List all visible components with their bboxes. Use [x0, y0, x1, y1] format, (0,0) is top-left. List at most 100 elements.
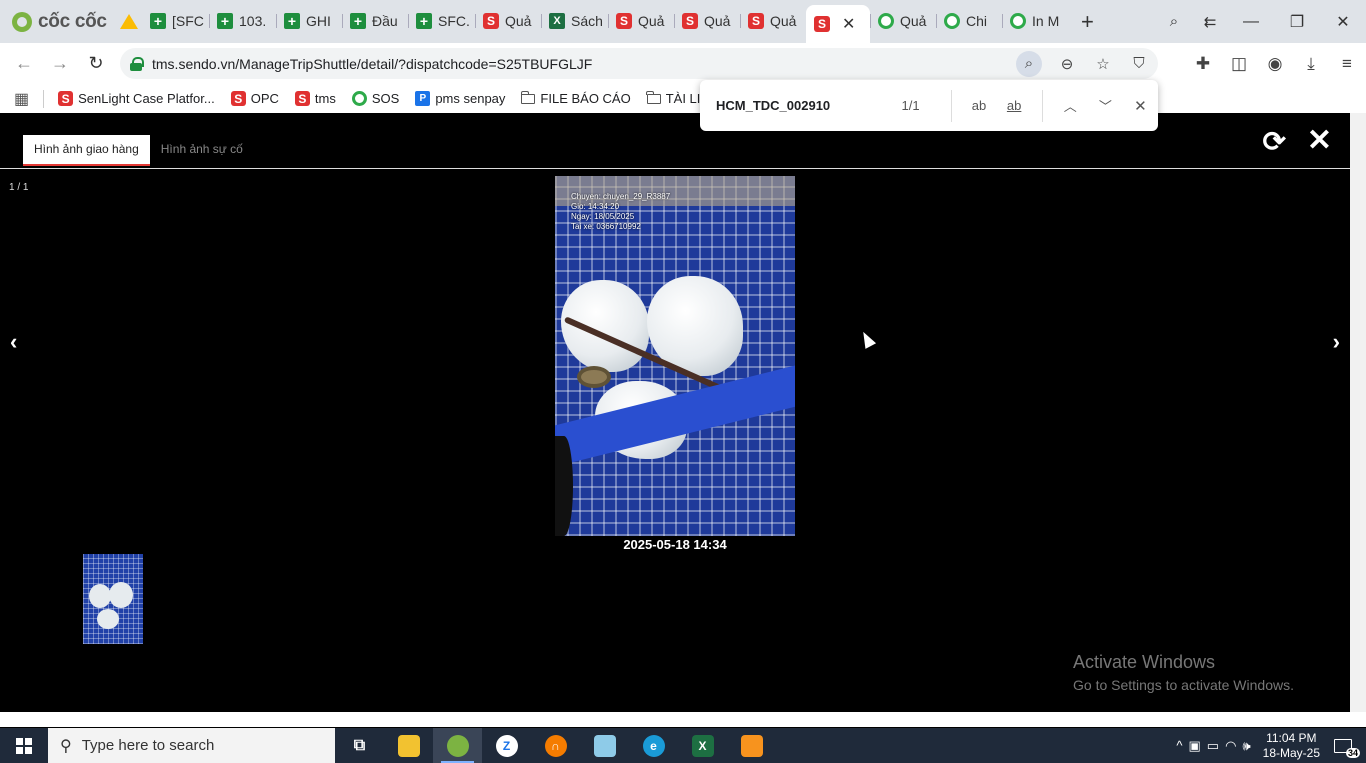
browser-brand[interactable]: cốc cốc	[0, 0, 112, 43]
taskbar-coccoc[interactable]	[433, 728, 482, 763]
tab-delivery-images[interactable]: Hình ảnh giao hàng	[23, 135, 150, 166]
delivery-photo[interactable]: Chuyen: chuyen_29_R3887 Gio: 14:34:20 Ng…	[555, 176, 795, 536]
bookmark-item[interactable]: SenLight Case Platfor...	[52, 91, 221, 106]
tab-label: In M	[1032, 13, 1060, 29]
tab-11[interactable]: Quả	[870, 5, 936, 37]
find-previous-chevron-up-icon[interactable]: ︿	[1053, 96, 1088, 115]
tab-label: Quả	[900, 13, 927, 29]
taskbar-edge[interactable]: e	[629, 728, 678, 763]
bookmark-item[interactable]: pms senpay	[409, 91, 511, 106]
page-scrollbar[interactable]	[1350, 113, 1366, 712]
bookmark-star-icon[interactable]: ☆	[1092, 55, 1114, 73]
download-icon[interactable]: ⤓	[1300, 54, 1322, 74]
chevron-up-icon[interactable]: ^	[1176, 738, 1182, 753]
zoom-out-icon[interactable]: ⊖	[1056, 55, 1078, 73]
clock[interactable]: 11:04 PM 18-May-25	[1263, 731, 1320, 761]
tab-4[interactable]: SFC.	[408, 5, 475, 37]
new-tab-button[interactable]: +	[1069, 9, 1106, 35]
rotate-icon[interactable]: ⟳	[1263, 125, 1286, 158]
profile-icon[interactable]: ◉	[1264, 54, 1286, 74]
bookmark-item[interactable]: SOS	[346, 91, 405, 106]
brand-name: cốc cốc	[38, 10, 107, 32]
sendo-icon	[230, 91, 246, 106]
tab-close-icon[interactable]: ✕	[842, 14, 855, 34]
taskbar-excel[interactable]: X	[678, 728, 727, 763]
reload-button[interactable]: ↻	[78, 53, 114, 74]
tab-7[interactable]: Quả	[608, 5, 674, 37]
tab-2[interactable]: GHI	[276, 5, 342, 37]
address-bar[interactable]: tms.sendo.vn/ManageTripShuttle/detail/?d…	[120, 48, 1158, 79]
tab-12[interactable]: Chi	[936, 5, 1002, 37]
tab-0[interactable]: [SFC	[142, 5, 209, 37]
match-case-button[interactable]: ab	[961, 98, 996, 113]
split-view-icon[interactable]: ◫	[1228, 54, 1250, 74]
tab-13[interactable]: In M	[1002, 5, 1069, 37]
find-match-count: 1/1	[901, 98, 920, 113]
stamp-line: Gio: 14:34:20	[571, 202, 620, 211]
tab-label: [SFC	[172, 13, 204, 29]
bookmark-list: SenLight Case Platfor... OPC tms SOS pms sen…	[52, 90, 800, 106]
tab-list: [SFC 103. GHI Đầu SFC. Quả Sách Quả Quả Quả ✕ Quả Ch…	[142, 0, 1069, 43]
taskbar-app-blue[interactable]	[580, 728, 629, 763]
tab-1[interactable]: 103.	[209, 5, 276, 37]
taskbar-zalo[interactable]: Z	[482, 728, 531, 763]
tab-label: Đầu	[372, 13, 398, 29]
sendo-icon	[58, 91, 74, 106]
whole-word-button[interactable]: ab	[997, 98, 1032, 113]
forward-button[interactable]: →	[42, 53, 78, 74]
stamp-line: Tai xe: 0366710992	[571, 222, 641, 231]
secure-lock-icon	[130, 56, 144, 71]
taskbar-app-fox[interactable]	[727, 728, 776, 763]
bookmark-label: SOS	[371, 91, 400, 106]
start-button[interactable]	[0, 728, 48, 763]
shield-icon[interactable]: ⛉	[1128, 55, 1150, 72]
back-button[interactable]: ←	[6, 53, 42, 74]
find-close-icon[interactable]: ✕	[1123, 97, 1158, 115]
task-view-button[interactable]: ⧉	[335, 728, 384, 763]
sheet-favicon-icon	[217, 13, 233, 29]
network-device-icon[interactable]: ▣	[1189, 738, 1201, 754]
taskbar-app-orange[interactable]: ∩	[531, 728, 580, 763]
close-viewer-icon[interactable]: ✕	[1307, 123, 1332, 158]
close-window-button[interactable]: ✕	[1320, 12, 1366, 32]
tab-5[interactable]: Quả	[475, 5, 541, 37]
taskbar-file-explorer[interactable]	[384, 728, 433, 763]
tab-label: Sách	[571, 13, 603, 29]
tab-3[interactable]: Đầu	[342, 5, 408, 37]
bookmark-item[interactable]: FILE BÁO CÁO	[515, 90, 636, 106]
bookmark-item[interactable]: OPC	[225, 91, 285, 106]
find-in-page-icon[interactable]: ⌕	[1016, 50, 1042, 77]
tab-label: 103.	[239, 13, 267, 29]
tab-search-icon[interactable]: ⌕	[1156, 13, 1192, 30]
taskbar-search[interactable]: ⚲ Type here to search	[48, 728, 335, 763]
activate-windows-watermark: Activate Windows Go to Settings to activ…	[1073, 652, 1294, 693]
photo-thumbnail[interactable]	[83, 554, 143, 644]
bookmark-label: pms senpay	[435, 91, 506, 106]
extensions-icon[interactable]: ✚	[1192, 54, 1214, 74]
sendo-favicon-icon	[483, 13, 499, 29]
stamp-line: Ngay: 18/05/2025	[571, 212, 635, 221]
tab-drive[interactable]	[112, 6, 142, 38]
url-text[interactable]: tms.sendo.vn/ManageTripShuttle/detail/?d…	[152, 56, 592, 72]
tab-incident-images[interactable]: Hình ảnh sự cố	[150, 135, 254, 166]
bookmark-item[interactable]: tms	[289, 91, 342, 106]
find-next-chevron-down-icon[interactable]: ﹀	[1088, 96, 1123, 115]
tab-8[interactable]: Quả	[674, 5, 740, 37]
tab-6[interactable]: Sách	[541, 5, 608, 37]
back-history-icon[interactable]: ⇇	[1192, 13, 1228, 31]
notification-icon[interactable]: 34	[1332, 736, 1360, 758]
sheet-favicon-icon	[416, 13, 432, 29]
tab-10[interactable]: ✕	[806, 5, 870, 43]
minimize-button[interactable]: —	[1228, 13, 1274, 31]
photo-timestamp-overlay: Chuyen: chuyen_29_R3887 Gio: 14:34:20 Ng…	[571, 192, 670, 232]
find-input[interactable]: HCM_TDC_002910	[716, 98, 892, 113]
menu-icon[interactable]: ≡	[1336, 54, 1358, 74]
volume-icon[interactable]: 🕪	[1242, 738, 1250, 754]
battery-icon[interactable]: ▭	[1207, 738, 1219, 754]
prev-image-arrow-icon[interactable]: ‹	[10, 329, 17, 355]
next-image-arrow-icon[interactable]: ›	[1333, 329, 1340, 355]
tab-9[interactable]: Quả	[740, 5, 806, 37]
restore-button[interactable]: ❐	[1274, 12, 1320, 32]
wifi-icon[interactable]: ◠	[1225, 738, 1236, 754]
apps-grid-icon[interactable]: ▦	[14, 89, 29, 109]
